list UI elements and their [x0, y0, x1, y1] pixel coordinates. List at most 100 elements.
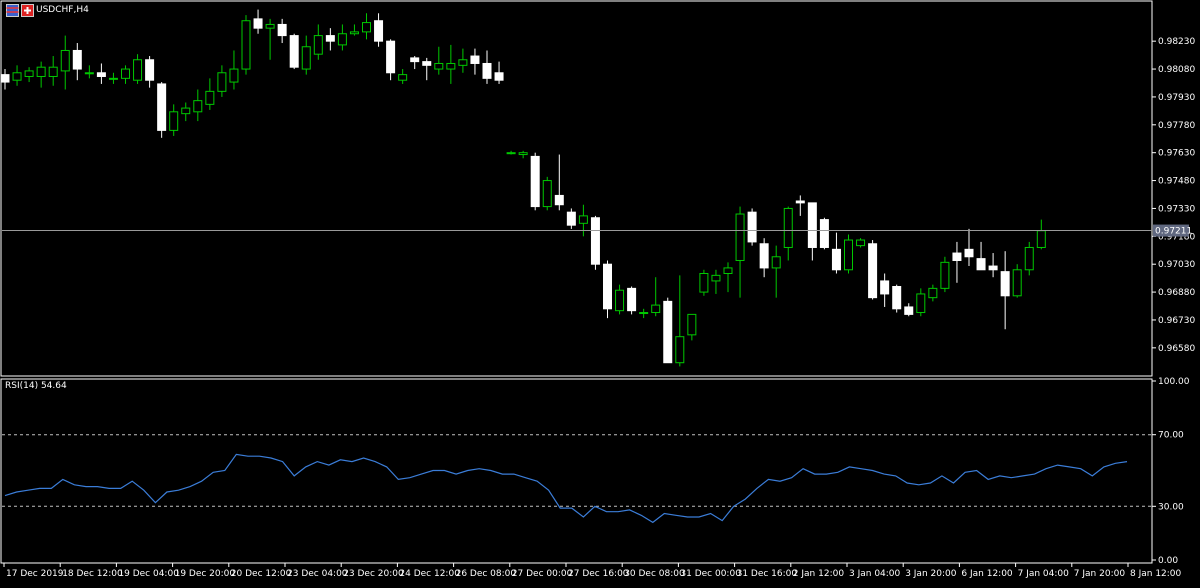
candle-body: [72, 49, 82, 70]
candle-body: [181, 107, 191, 115]
price-tick-label: 0.98080: [1158, 65, 1195, 75]
candle-body: [964, 248, 974, 258]
price-tick-label: 0.97630: [1158, 149, 1195, 159]
current-price-label: 0.97211: [1155, 227, 1192, 237]
candle-body: [819, 219, 829, 248]
candle-body: [96, 72, 106, 77]
candle-body: [193, 100, 203, 113]
candle: [940, 256, 950, 293]
candle: [289, 33, 299, 70]
rsi-tick-label: 30.00: [1158, 502, 1184, 512]
chart-window[interactable]: 0.98230 0.98080 0.97930 0.97780 0.97630 0.974…: [0, 0, 1200, 584]
rsi-tick-label: 100.00: [1158, 377, 1190, 387]
candle-body: [807, 202, 817, 248]
price-tick-label: 0.97780: [1158, 121, 1195, 131]
candle-body: [880, 280, 890, 295]
candle-body: [542, 180, 552, 208]
candle-body: [494, 72, 504, 81]
price-tick-label: 0.96730: [1158, 316, 1195, 326]
time-tick-label: 8 Jan 12:00: [1130, 569, 1182, 579]
time-tick-label: 2 Jan 12:00: [793, 569, 845, 579]
candle-body: [506, 152, 516, 155]
candle-body: [374, 20, 384, 42]
candle-body: [386, 40, 396, 74]
candle-body: [169, 111, 179, 131]
candle: [241, 15, 251, 75]
candle-body: [856, 239, 866, 247]
candle-body: [831, 248, 841, 271]
candle-body: [60, 49, 70, 72]
candle-body: [12, 72, 22, 81]
candle-body: [84, 72, 94, 75]
candle-body: [121, 68, 130, 79]
candle-body: [687, 313, 697, 336]
price-tick-label: 0.96580: [1158, 344, 1195, 354]
chart-canvas[interactable]: 0.98230 0.98080 0.97930 0.97780 0.97630 0.974…: [0, 0, 1200, 584]
candle-body: [48, 66, 58, 77]
candle-body: [229, 68, 239, 83]
candle-body: [313, 35, 323, 55]
candle-body: [518, 152, 528, 156]
candle-body: [639, 312, 649, 315]
time-tick-label: 3 Jan 20:00: [905, 569, 957, 579]
candle-body: [675, 336, 685, 364]
candle-body: [952, 252, 962, 261]
candle-body: [217, 72, 227, 92]
candle-body: [699, 272, 709, 293]
candle-body: [759, 243, 769, 269]
time-tick-label: 31 Dec 16:00: [737, 569, 798, 579]
time-tick-label: 7 Jan 20:00: [1074, 569, 1126, 579]
candle-body: [446, 62, 456, 70]
flag-icon: [6, 4, 34, 17]
candle-body: [1012, 269, 1022, 297]
candle-body: [590, 217, 600, 265]
candle-body: [410, 57, 420, 63]
candle-body: [723, 267, 733, 274]
symbol-label: USDCHF,H4: [36, 5, 89, 15]
time-tick-label: 26 Dec 08:00: [456, 569, 517, 579]
candle: [663, 297, 673, 364]
candle-body: [289, 35, 299, 68]
rsi-tick-label: 70.00: [1158, 431, 1184, 441]
price-tick-label: 0.97030: [1158, 260, 1195, 270]
candle-body: [916, 293, 926, 314]
candle-body: [651, 304, 661, 314]
candle-body: [554, 194, 564, 206]
candle-body: [904, 306, 914, 315]
candle-body: [277, 23, 287, 37]
candle: [856, 238, 866, 248]
candle: [868, 240, 878, 300]
time-tick-label: 23 Dec 20:00: [343, 569, 404, 579]
candle-body: [783, 207, 793, 248]
time-tick-label: 7 Jan 04:00: [1018, 569, 1070, 579]
candle-body: [530, 155, 540, 208]
candle: [819, 217, 829, 250]
candle: [590, 215, 600, 270]
candle: [747, 208, 757, 246]
time-tick-label: 6 Jan 12:00: [961, 569, 1013, 579]
time-tick-label: 19 Dec 04:00: [118, 569, 179, 579]
time-tick-label: 18 Dec 12:00: [62, 569, 123, 579]
candle: [627, 286, 637, 315]
candle-body: [868, 243, 878, 299]
candle-body: [988, 265, 998, 271]
candle-body: [928, 287, 938, 299]
candle-body: [627, 287, 637, 312]
candle-body: [603, 263, 612, 310]
price-tick-label: 0.97330: [1158, 204, 1195, 214]
candle: [530, 152, 540, 211]
candle-body: [301, 46, 311, 70]
time-tick-label: 3 Jan 04:00: [849, 569, 901, 579]
candle-body: [615, 289, 625, 312]
candle-body: [458, 59, 468, 66]
candle-body: [482, 62, 492, 79]
time-tick-label: 24 Dec 12:00: [399, 569, 460, 579]
rsi-tick-label: 0.00: [1158, 556, 1178, 566]
candle-body: [1036, 230, 1046, 248]
candle-body: [844, 239, 853, 271]
price-tick-label: 0.98230: [1158, 37, 1195, 47]
candle-body: [349, 31, 359, 35]
candle-body: [1024, 246, 1034, 271]
candle-body: [253, 18, 263, 29]
time-tick-label: 19 Dec 20:00: [175, 569, 236, 579]
